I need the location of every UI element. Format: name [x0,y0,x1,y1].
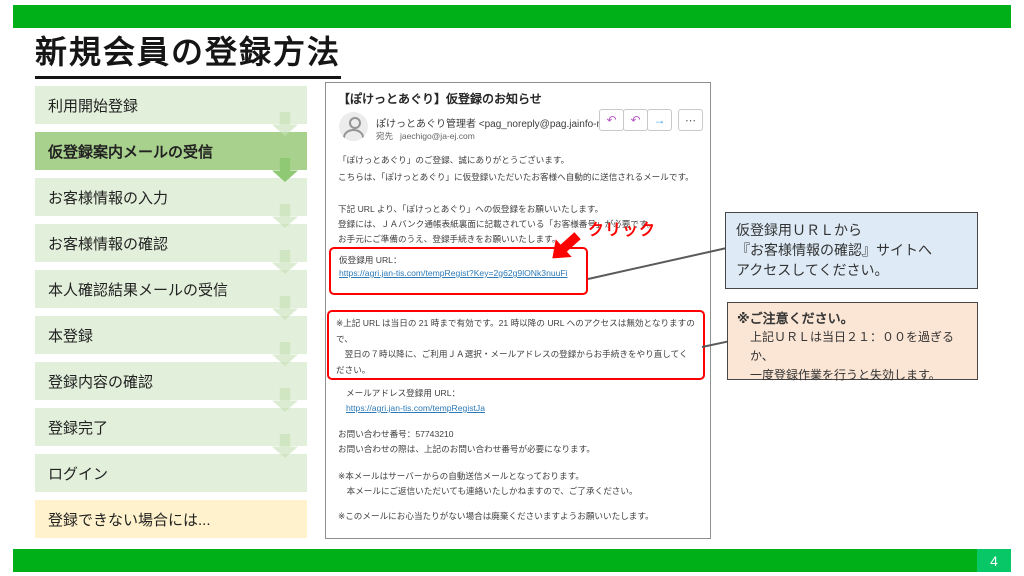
step-cannot-register: 登録できない場合には... [35,500,307,538]
caution-title: ※ご注意ください。 [737,309,968,328]
step-registration-content-confirm: 登録内容の確認 [35,362,307,400]
forward-button[interactable]: → [647,109,672,131]
email-body-line: こちらは、「ぽけっとあぐり」に仮登録いただいたお客様へ自動的に送信されるメールで… [338,170,694,185]
caution-callout: ※ご注意ください。 上記ＵＲＬは当日２１：００を過ぎるか、 一度登録作業を行うと… [727,302,978,380]
inquiry-number: お問い合わせ番号：57743210 [338,427,454,442]
email-body-line: 下記 URL より、「ぽけっとあぐり」への仮登録をお願いいたします。 [338,202,603,217]
caution-line: 上記ＵＲＬは当日２１：００を過ぎるか、 [737,328,968,366]
step-label: ログイン [48,463,108,484]
reply-all-button[interactable]: ↶ [623,109,648,131]
step-start-registration: 利用開始登録 [35,86,307,124]
email-subject: 【ぽけっとあぐり】仮登録のお知らせ [338,90,542,107]
sender-avatar [339,112,368,141]
bottom-accent-bar [13,549,1011,572]
click-annotation-label: クリック [588,216,656,240]
slide-title: 新規会員の登録方法 [35,27,341,79]
step-registration-complete: 登録完了 [35,408,307,446]
callout-line: 仮登録用ＵＲＬから [736,220,967,240]
temp-url-highlight-box: 仮登録用 URL： https://agri.jan-tis.com/tempR… [329,247,588,295]
reply-icon: ↶ [606,113,616,127]
inquiry-note: お問い合わせの際は、上記のお問い合わせ番号が必要になります。 [338,442,595,457]
expiry-text-line: 翌日の７時以降に、ご利用ＪＡ選択・メールアドレスの登録からお手続きをやり直してく… [336,347,696,378]
step-full-registration: 本登録 [35,316,307,354]
callout-line: アクセスしてください。 [736,260,967,280]
discard-note: ※このメールにお心当たりがない場合は廃棄くださいますようお願いいたします。 [338,509,654,524]
step-label: 登録できない場合には... [48,509,211,530]
step-label: 登録完了 [48,417,108,438]
url-expiry-highlight-box: ※上記 URL は当日の 21 時まで有効です。21 時以降の URL へのアク… [327,310,705,380]
mail-url-label: メールアドレス登録用 URL： [346,386,460,401]
email-screenshot-panel: 【ぽけっとあぐり】仮登録のお知らせ ぽけっとあぐり管理者 <pag_norepl… [325,82,711,539]
to-address: jaechigo@ja-ej.com [400,131,475,141]
step-label: 本人確認結果メールの受信 [48,279,228,300]
step-label: 仮登録案内メールの受信 [48,141,213,162]
step-login: ログイン [35,454,307,492]
auto-send-note: 本メールにご返信いただいても連絡いたしかねますので、ご了承ください。 [338,484,638,499]
to-label: 宛先 [376,131,393,141]
reply-all-icon: ↶ [630,113,640,127]
access-site-callout: 仮登録用ＵＲＬから 『お客様情報の確認』サイトへ アクセスしてください。 [725,212,978,289]
temp-url-label: 仮登録用 URL： [339,253,578,268]
forward-icon: → [654,113,666,127]
step-label: お客様情報の確認 [48,233,168,254]
email-body-line: お手元にご準備のうえ、登録手続きをお願いいたします。 [338,232,560,247]
callout-line: 『お客様情報の確認』サイトへ [736,240,967,260]
step-identity-result-mail: 本人確認結果メールの受信 [35,270,307,308]
registration-steps-sidebar: 利用開始登録 仮登録案内メールの受信 お客様情報の入力 お客様情報の確認 本人確… [35,86,307,546]
email-action-toolbar: ↶ ↶ → ⋯ [599,109,703,131]
caution-line: 一度登録作業を行うと失効します。 [737,366,968,385]
email-recipient-row: 宛先 jaechigo@ja-ej.com [376,130,475,142]
ellipsis-icon: ⋯ [685,114,696,127]
auto-send-note: ※本メールはサーバーからの自動送信メールとなっております。 [338,469,584,484]
temp-registration-url-link[interactable]: https://agri.jan-tis.com/tempRegist?Key=… [339,268,578,278]
more-options-button[interactable]: ⋯ [678,109,703,131]
person-icon [343,129,364,141]
email-body-line: 「ぽけっとあぐり」のご登録、誠にありがとうございます。 [338,153,569,168]
top-accent-bar [13,5,1011,28]
step-customer-info-input: お客様情報の入力 [35,178,307,216]
presentation-slide: 4 新規会員の登録方法 利用開始登録 仮登録案内メールの受信 お客様情報の入力 … [0,0,1024,576]
step-customer-info-confirm: お客様情報の確認 [35,224,307,262]
page-number: 4 [977,549,1011,572]
reply-button[interactable]: ↶ [599,109,624,131]
step-label: お客様情報の入力 [48,187,168,208]
step-label: 利用開始登録 [48,95,138,116]
step-label: 本登録 [48,325,93,346]
step-label: 登録内容の確認 [48,371,153,392]
person-icon [349,117,361,129]
expiry-text-line: ※上記 URL は当日の 21 時まで有効です。21 時以降の URL へのアク… [336,316,696,347]
mail-registration-url-link[interactable]: https://agri.jan-tis.com/tempRegistJa [346,401,485,416]
step-temp-registration-mail-active: 仮登録案内メールの受信 [35,132,307,170]
